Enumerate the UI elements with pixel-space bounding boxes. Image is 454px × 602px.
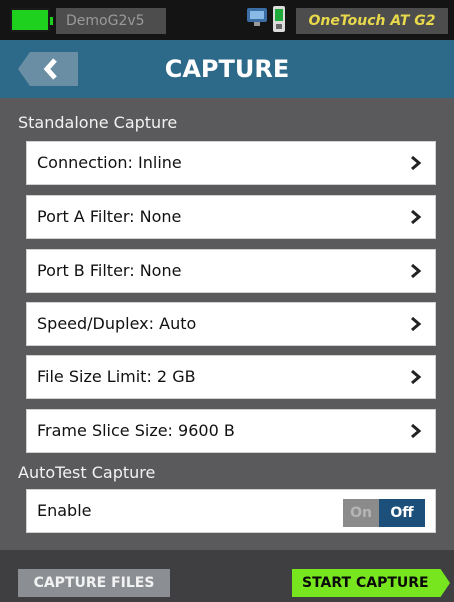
toggle-on-option[interactable]: On bbox=[343, 499, 379, 527]
row-label: Frame Slice Size: 9600 B bbox=[37, 421, 235, 440]
enable-label: Enable bbox=[37, 501, 92, 520]
title-bar: CAPTURE bbox=[0, 40, 454, 98]
chevron-left-icon bbox=[43, 58, 57, 80]
network-icon bbox=[247, 8, 267, 26]
row-label: Port A Filter: None bbox=[37, 207, 182, 226]
battery-icon bbox=[10, 8, 53, 32]
enable-toggle[interactable]: On Off bbox=[343, 499, 425, 527]
device-name: DemoG2v5 bbox=[56, 8, 166, 34]
port-a-filter-row[interactable]: Port A Filter: None bbox=[26, 195, 436, 239]
port-b-filter-row[interactable]: Port B Filter: None bbox=[26, 249, 436, 293]
chevron-right-icon bbox=[411, 423, 422, 439]
device-screen: DemoG2v5 OneTouch AT G2 CAPTURE Standalo… bbox=[0, 0, 454, 602]
connection-row[interactable]: Connection: Inline bbox=[26, 141, 436, 185]
enable-row: Enable On Off bbox=[26, 489, 436, 533]
row-label: Connection: Inline bbox=[37, 153, 182, 172]
row-label: File Size Limit: 2 GB bbox=[37, 367, 196, 386]
frame-slice-size-row[interactable]: Frame Slice Size: 9600 B bbox=[26, 409, 436, 453]
product-name: OneTouch AT G2 bbox=[296, 8, 448, 34]
section-autotest-capture: AutoTest Capture bbox=[18, 463, 156, 482]
chevron-right-icon bbox=[411, 369, 422, 385]
bottom-bar: CAPTURE FILES START CAPTURE bbox=[0, 550, 454, 602]
row-label: Port B Filter: None bbox=[37, 261, 182, 280]
speed-duplex-row[interactable]: Speed/Duplex: Auto bbox=[26, 302, 436, 346]
start-capture-button[interactable]: START CAPTURE bbox=[292, 569, 450, 597]
row-label: Speed/Duplex: Auto bbox=[37, 314, 197, 333]
section-standalone-capture: Standalone Capture bbox=[18, 113, 178, 132]
back-button[interactable] bbox=[18, 52, 78, 86]
toggle-off-option[interactable]: Off bbox=[379, 499, 425, 527]
status-bar: DemoG2v5 OneTouch AT G2 bbox=[0, 0, 454, 40]
capture-files-button[interactable]: CAPTURE FILES bbox=[18, 569, 170, 597]
chevron-right-icon bbox=[411, 263, 422, 279]
file-size-limit-row[interactable]: File Size Limit: 2 GB bbox=[26, 355, 436, 399]
phone-icon bbox=[273, 6, 285, 32]
chevron-right-icon bbox=[411, 209, 422, 225]
chevron-right-icon bbox=[411, 155, 422, 171]
chevron-right-icon bbox=[411, 316, 422, 332]
